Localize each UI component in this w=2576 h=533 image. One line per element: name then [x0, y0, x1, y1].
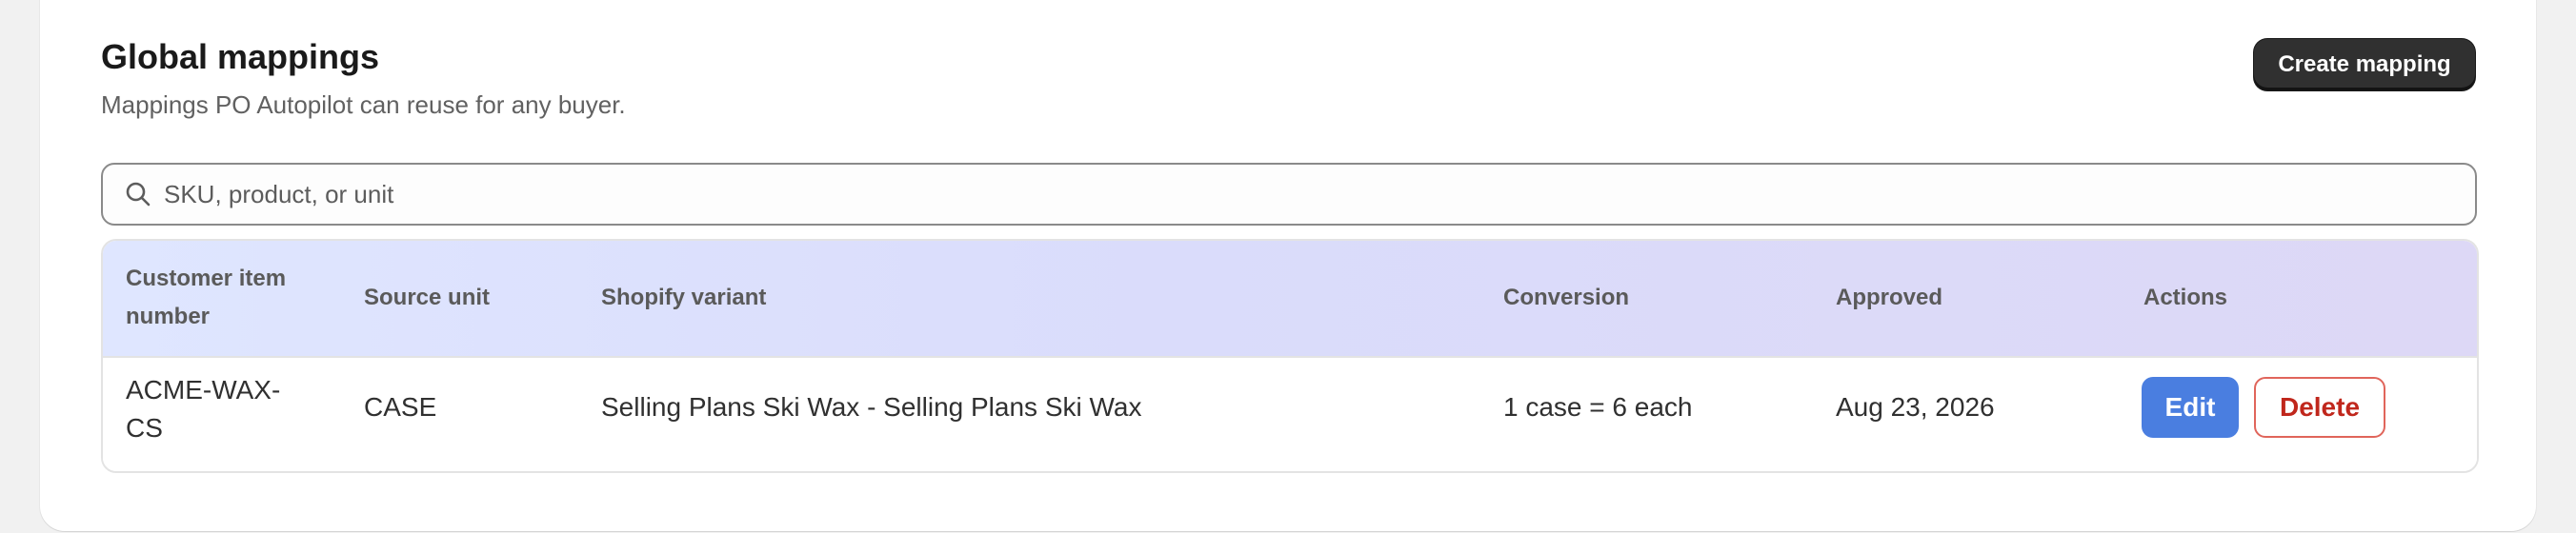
- search-input[interactable]: [162, 167, 2475, 222]
- column-header-approved: Approved: [1836, 285, 1943, 310]
- column-header-customer-item-number: Customer item number: [126, 266, 287, 329]
- page-subtitle: Mappings PO Autopilot can reuse for any …: [101, 90, 626, 119]
- edit-button[interactable]: Edit: [2142, 377, 2239, 438]
- search-icon: [124, 180, 152, 208]
- column-header-actions: Actions: [2143, 285, 2228, 310]
- create-mapping-button[interactable]: Create mapping: [2254, 39, 2475, 90]
- cell-shopify-variant: Selling Plans Ski Wax - Selling Plans Sk…: [601, 392, 1142, 422]
- column-header-source-unit: Source unit: [364, 285, 491, 310]
- column-header-conversion: Conversion: [1503, 285, 1630, 310]
- table-header: Customer item number Source unit Shopify…: [103, 241, 2477, 358]
- cell-customer-item-number: ACME-WAX-CS: [126, 375, 281, 443]
- search-field[interactable]: [101, 163, 2477, 226]
- column-header-shopify-variant: Shopify variant: [601, 285, 767, 310]
- page-title: Global mappings: [101, 37, 380, 76]
- cell-approved: Aug 23, 2026: [1836, 392, 1995, 422]
- delete-button[interactable]: Delete: [2254, 377, 2385, 438]
- cell-conversion: 1 case = 6 each: [1503, 392, 1693, 422]
- mappings-table: Customer item number Source unit Shopify…: [101, 239, 2479, 473]
- cell-source-unit: CASE: [364, 392, 437, 422]
- table-row: ACME-WAX-CS CASE Selling Plans Ski Wax -…: [103, 358, 2477, 471]
